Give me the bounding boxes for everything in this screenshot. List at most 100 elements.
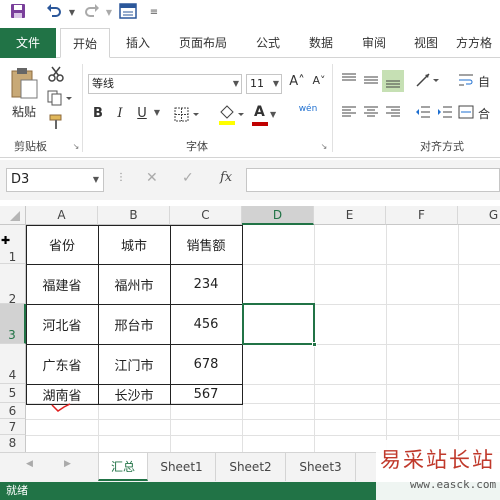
column-header[interactable]: E bbox=[314, 206, 386, 225]
row-header[interactable]: 2 bbox=[0, 264, 26, 306]
tab-formulas[interactable]: 公式 bbox=[246, 28, 290, 58]
watermark: 易采站长站 www.easck.com bbox=[376, 440, 500, 500]
gridline bbox=[458, 225, 459, 452]
font-size-combo[interactable]: 11 ▼ bbox=[246, 74, 282, 94]
column-header[interactable]: F bbox=[386, 206, 458, 225]
insert-function-icon[interactable]: fx bbox=[220, 170, 232, 185]
font-name-value: 等线 bbox=[92, 77, 114, 90]
tab-file[interactable]: 文件 bbox=[0, 28, 56, 58]
select-all-corner[interactable] bbox=[0, 206, 26, 225]
column-header[interactable]: B bbox=[98, 206, 170, 225]
align-middle-icon[interactable] bbox=[362, 72, 380, 90]
tab-review[interactable]: 审阅 bbox=[352, 28, 396, 58]
sheet-tab-sheet3[interactable]: Sheet3 bbox=[286, 453, 356, 481]
underline-button[interactable]: U bbox=[134, 106, 150, 126]
grip-icon: ⋮ bbox=[116, 172, 126, 183]
chevron-down-icon: ▼ bbox=[270, 110, 277, 119]
column-header[interactable]: A bbox=[26, 206, 98, 225]
copy-icon[interactable] bbox=[46, 90, 74, 108]
customize-qat-icon[interactable]: ≡ bbox=[148, 3, 160, 23]
column-header[interactable]: C bbox=[170, 206, 242, 225]
row-header-selected[interactable]: 3 bbox=[0, 304, 26, 344]
wrap-text-label: 自 bbox=[478, 75, 491, 89]
fill-handle[interactable] bbox=[312, 342, 317, 347]
dialog-launcher-icon[interactable]: ↘ bbox=[72, 142, 80, 151]
cut-icon[interactable] bbox=[46, 66, 66, 84]
redo-icon[interactable] bbox=[82, 3, 102, 23]
chevron-down-icon[interactable]: ▼ bbox=[152, 108, 162, 117]
name-box[interactable]: D3 ▼ bbox=[6, 168, 104, 192]
tab-insert[interactable]: 插入 bbox=[114, 28, 162, 58]
decrease-indent-icon[interactable] bbox=[414, 104, 432, 122]
worksheet-grid[interactable]: A B C D E F G 1 ✚ 2 3 4 5 6 7 8 省份 城市 销售… bbox=[0, 206, 500, 452]
watermark-url: www.easck.com bbox=[410, 478, 497, 491]
tab-view[interactable]: 视图 bbox=[404, 28, 448, 58]
sheet-tab-summary[interactable]: 汇总 bbox=[98, 453, 148, 481]
align-left-icon[interactable] bbox=[340, 104, 358, 122]
tab-home[interactable]: 开始 bbox=[60, 28, 110, 58]
fill-color-button[interactable] bbox=[216, 104, 246, 128]
table-cell[interactable]: 邢台市 bbox=[98, 304, 170, 344]
ribbon-tabs: 文件 开始 插入 页面布局 公式 数据 审阅 视图 方方格 bbox=[0, 28, 500, 58]
bold-button[interactable]: B bbox=[90, 106, 106, 126]
italic-button[interactable]: I bbox=[112, 106, 128, 126]
paste-button[interactable]: 粘贴 bbox=[8, 66, 40, 126]
format-painter-icon[interactable] bbox=[46, 114, 66, 132]
table-cell[interactable]: 福州市 bbox=[98, 264, 170, 304]
save-icon[interactable] bbox=[8, 3, 28, 23]
formula-input[interactable] bbox=[246, 168, 500, 192]
table-cell[interactable]: 河北省 bbox=[26, 304, 98, 344]
sheet-tab-sheet2[interactable]: Sheet2 bbox=[216, 453, 286, 481]
wrap-text-button[interactable]: 自 bbox=[458, 72, 500, 90]
shrink-font-button[interactable]: A˅ bbox=[310, 74, 328, 94]
dialog-launcher-icon[interactable]: ↘ bbox=[320, 142, 328, 151]
table-header-cell[interactable]: 销售额 bbox=[170, 225, 242, 264]
table-cell[interactable]: 567 bbox=[170, 384, 242, 404]
row-header[interactable]: 5 bbox=[0, 384, 26, 403]
cancel-icon[interactable]: ✕ bbox=[146, 170, 158, 186]
tab-page-layout[interactable]: 页面布局 bbox=[168, 28, 238, 58]
redo-dropdown-icon[interactable]: ▼ bbox=[104, 3, 114, 23]
paste-label: 粘贴 bbox=[11, 105, 36, 119]
grow-font-button[interactable]: A˄ bbox=[288, 74, 306, 94]
font-color-button[interactable]: A ▼ bbox=[250, 104, 280, 128]
column-header[interactable]: G bbox=[458, 206, 500, 225]
row-header[interactable]: 4 bbox=[0, 344, 26, 384]
row-header[interactable]: 6 bbox=[0, 403, 26, 419]
orientation-icon[interactable] bbox=[414, 72, 442, 90]
align-center-icon[interactable] bbox=[362, 104, 380, 122]
table-cell[interactable]: 湖南省 bbox=[26, 384, 98, 404]
merge-center-button[interactable]: 合 bbox=[458, 104, 500, 122]
column-header-selected[interactable]: D bbox=[242, 206, 314, 225]
tab-fangfangge[interactable]: 方方格 bbox=[456, 28, 500, 58]
enter-icon[interactable]: ✓ bbox=[182, 170, 194, 186]
form-icon[interactable] bbox=[118, 3, 138, 23]
align-right-icon[interactable] bbox=[384, 104, 402, 122]
table-cell[interactable]: 广东省 bbox=[26, 344, 98, 384]
clipboard-icon bbox=[11, 68, 38, 99]
scroll-left-icon[interactable]: ◀ bbox=[26, 459, 33, 469]
sheet-tab-sheet1[interactable]: Sheet1 bbox=[148, 453, 216, 481]
align-bottom-icon[interactable] bbox=[382, 70, 404, 92]
scroll-right-icon[interactable]: ▶ bbox=[64, 459, 71, 469]
selected-cell[interactable] bbox=[242, 303, 317, 347]
table-cell[interactable]: 福建省 bbox=[26, 264, 98, 304]
table-cell[interactable]: 长沙市 bbox=[98, 384, 170, 404]
increase-indent-icon[interactable] bbox=[436, 104, 454, 122]
tab-data[interactable]: 数据 bbox=[298, 28, 344, 58]
row-header[interactable]: 7 bbox=[0, 419, 26, 435]
font-name-combo[interactable]: 等线 ▼ bbox=[88, 74, 242, 94]
watermark-text: 易采站长站 bbox=[380, 448, 495, 472]
phonetic-guide-button[interactable]: wén bbox=[296, 104, 320, 128]
table-header-cell[interactable]: 城市 bbox=[98, 225, 170, 264]
undo-icon[interactable] bbox=[44, 3, 64, 23]
table-cell[interactable]: 234 bbox=[170, 264, 242, 304]
undo-dropdown-icon[interactable]: ▼ bbox=[66, 3, 78, 23]
align-top-icon[interactable] bbox=[340, 72, 358, 90]
table-cell[interactable]: 678 bbox=[170, 344, 242, 384]
table-header-cell[interactable]: 省份 bbox=[26, 225, 98, 264]
table-cell[interactable]: 江门市 bbox=[98, 344, 170, 384]
row-header[interactable]: 8 bbox=[0, 435, 26, 452]
borders-button[interactable] bbox=[172, 106, 202, 126]
table-cell[interactable]: 456 bbox=[170, 304, 242, 344]
